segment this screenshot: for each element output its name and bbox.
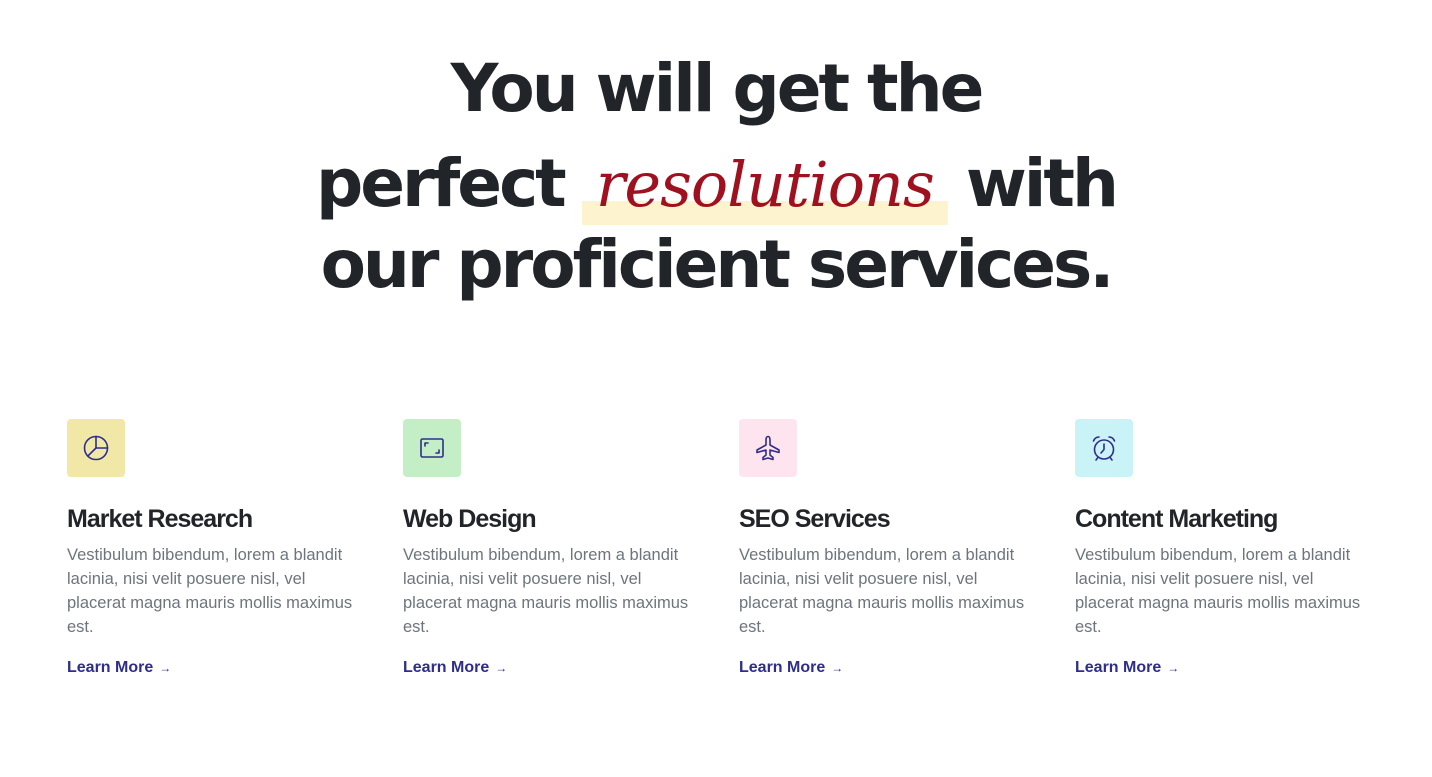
service-title: Content Marketing bbox=[1075, 505, 1278, 533]
hero-line-2: perfect resolutions with bbox=[0, 136, 1432, 232]
services-grid: Market Research Vestibulum bibendum, lor… bbox=[67, 419, 1411, 677]
arrow-right-icon: → bbox=[831, 661, 844, 675]
service-icon-box bbox=[67, 419, 125, 477]
arrow-right-icon: → bbox=[1167, 661, 1180, 675]
service-icon-box bbox=[1075, 419, 1133, 477]
learn-more-link[interactable]: Learn More → bbox=[403, 659, 507, 677]
hero-line-2-before: perfect bbox=[316, 145, 567, 222]
service-title: Market Research bbox=[67, 505, 253, 533]
hero-line-2-after: with bbox=[965, 145, 1119, 222]
service-description: Vestibulum bibendum, lorem a blandit lac… bbox=[67, 546, 353, 636]
service-description: Vestibulum bibendum, lorem a blandit lac… bbox=[403, 546, 689, 636]
learn-more-label: Learn More bbox=[403, 659, 490, 676]
learn-more-link[interactable]: Learn More → bbox=[1075, 659, 1179, 677]
learn-more-link[interactable]: Learn More → bbox=[67, 659, 171, 677]
service-card-content-marketing: Content Marketing Vestibulum bibendum, l… bbox=[1075, 419, 1411, 677]
service-description: Vestibulum bibendum, lorem a blandit lac… bbox=[739, 546, 1025, 636]
service-icon-box bbox=[403, 419, 461, 477]
airplane-icon bbox=[756, 435, 780, 461]
learn-more-link[interactable]: Learn More → bbox=[739, 659, 843, 677]
service-card-web-design: Web Design Vestibulum bibendum, lorem a … bbox=[403, 419, 739, 677]
service-card-seo-services: SEO Services Vestibulum bibendum, lorem … bbox=[739, 419, 1075, 677]
service-title: Web Design bbox=[403, 505, 537, 533]
hero-accent: resolutions bbox=[581, 151, 948, 225]
pie-chart-icon bbox=[83, 435, 109, 461]
service-description: Vestibulum bibendum, lorem a blandit lac… bbox=[1075, 546, 1361, 636]
hero-heading: You will get the perfect resolutions wit… bbox=[0, 56, 1432, 322]
service-card-market-research: Market Research Vestibulum bibendum, lor… bbox=[67, 419, 403, 677]
learn-more-label: Learn More bbox=[1075, 659, 1162, 676]
learn-more-label: Learn More bbox=[739, 659, 826, 676]
alarm-clock-icon bbox=[1092, 436, 1116, 461]
hero-line-3-text: our proficient services. bbox=[320, 226, 1115, 303]
learn-more-label: Learn More bbox=[67, 659, 154, 676]
hero-line-3: our proficient services. bbox=[0, 232, 1432, 322]
hero-line-1: You will get the bbox=[450, 50, 985, 127]
arrow-right-icon: → bbox=[159, 661, 172, 675]
arrow-right-icon: → bbox=[495, 661, 508, 675]
hero-accent-word: resolutions bbox=[595, 148, 935, 221]
service-icon-box bbox=[739, 419, 797, 477]
frame-icon bbox=[420, 438, 444, 458]
service-title: SEO Services bbox=[739, 505, 891, 533]
